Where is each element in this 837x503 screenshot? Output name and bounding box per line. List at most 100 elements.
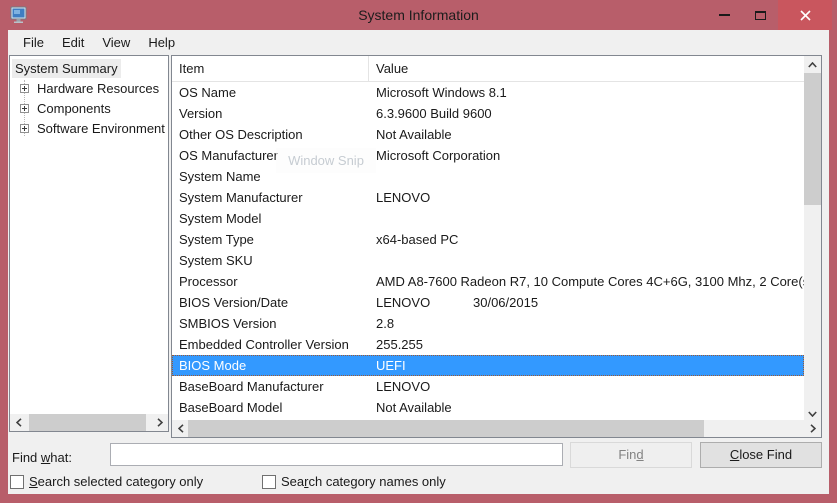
tree-item-label: System Summary bbox=[12, 59, 121, 78]
find-options-row: Search selected category only Search cat… bbox=[10, 474, 831, 494]
checkbox-icon[interactable] bbox=[262, 475, 276, 489]
table-hscroll-thumb[interactable] bbox=[188, 420, 704, 437]
tree-item[interactable]: System Summary bbox=[10, 59, 168, 79]
search-selected-category-checkbox[interactable]: Search selected category only bbox=[10, 474, 203, 489]
row-value: Microsoft Corporation bbox=[369, 145, 804, 166]
find-what-label: Find what: bbox=[12, 450, 72, 465]
menu-view[interactable]: View bbox=[93, 32, 139, 53]
row-value: 6.3.9600 Build 9600 bbox=[369, 103, 804, 124]
minimize-button[interactable] bbox=[706, 0, 742, 30]
table-row[interactable]: System Typex64-based PC bbox=[172, 229, 804, 250]
tree-item[interactable]: Hardware Resources bbox=[10, 79, 168, 99]
table-row[interactable]: OS NameMicrosoft Windows 8.1 bbox=[172, 82, 804, 103]
table-row[interactable]: BIOS ModeUEFI bbox=[172, 355, 804, 376]
tree-hscroll-thumb[interactable] bbox=[29, 414, 146, 431]
row-value: x64-based PC bbox=[369, 229, 804, 250]
table-row[interactable]: Other OS DescriptionNot Available bbox=[172, 124, 804, 145]
row-item: Processor bbox=[172, 271, 369, 292]
table-row[interactable]: System SKU bbox=[172, 250, 804, 271]
scroll-left-icon[interactable] bbox=[172, 420, 189, 437]
row-value: Not Available bbox=[369, 124, 804, 145]
table-row[interactable]: Embedded Controller Version255.255 bbox=[172, 334, 804, 355]
row-value: LENOVO30/06/2015 bbox=[369, 292, 804, 313]
minimize-icon bbox=[719, 14, 730, 16]
menu-help[interactable]: Help bbox=[139, 32, 184, 53]
column-header-value[interactable]: Value bbox=[369, 56, 408, 81]
menu-file[interactable]: File bbox=[14, 32, 53, 53]
row-value bbox=[369, 250, 804, 271]
table-vscroll-thumb[interactable] bbox=[804, 73, 821, 205]
scroll-right-icon[interactable] bbox=[804, 420, 821, 437]
expand-plus-icon[interactable] bbox=[20, 84, 29, 93]
menu-edit[interactable]: Edit bbox=[53, 32, 93, 53]
table-row[interactable]: BaseBoard ModelNot Available bbox=[172, 397, 804, 418]
row-value: UEFI bbox=[369, 355, 804, 376]
table-vertical-scrollbar[interactable] bbox=[804, 56, 821, 422]
table-row[interactable]: OS ManufacturerMicrosoft Corporation bbox=[172, 145, 804, 166]
row-item: System Manufacturer bbox=[172, 187, 369, 208]
table-row[interactable]: Version6.3.9600 Build 9600 bbox=[172, 103, 804, 124]
row-item: Version bbox=[172, 103, 369, 124]
table-row[interactable]: ProcessorAMD A8-7600 Radeon R7, 10 Compu… bbox=[172, 271, 804, 292]
category-tree: System SummaryHardware ResourcesComponen… bbox=[10, 56, 168, 414]
row-value: AMD A8-7600 Radeon R7, 10 Compute Cores … bbox=[369, 271, 804, 292]
expand-plus-icon[interactable] bbox=[20, 104, 29, 113]
column-header-item[interactable]: Item bbox=[172, 56, 369, 81]
tree-horizontal-scrollbar[interactable] bbox=[10, 414, 168, 431]
client-area: File Edit View Help System SummaryHardwa… bbox=[8, 30, 829, 494]
close-button[interactable] bbox=[778, 0, 832, 30]
row-item: OS Name bbox=[172, 82, 369, 103]
table-horizontal-scrollbar[interactable] bbox=[172, 420, 821, 437]
tree-item-label: Components bbox=[34, 99, 114, 118]
find-input[interactable] bbox=[110, 443, 563, 466]
row-item: BIOS Mode bbox=[172, 355, 369, 376]
scroll-left-icon[interactable] bbox=[10, 414, 27, 431]
row-value: Microsoft Windows 8.1 bbox=[369, 82, 804, 103]
title-bar[interactable]: System Information bbox=[0, 0, 837, 30]
row-item: System Type bbox=[172, 229, 369, 250]
table-header: Item Value bbox=[172, 56, 804, 82]
scroll-up-icon[interactable] bbox=[804, 56, 821, 73]
table-row[interactable]: System Model bbox=[172, 208, 804, 229]
expand-plus-icon[interactable] bbox=[20, 124, 29, 133]
system-information-window: System Information File Edit View Help S… bbox=[0, 0, 837, 503]
row-item: Embedded Controller Version bbox=[172, 334, 369, 355]
row-value: LENOVO bbox=[369, 187, 804, 208]
row-value: Not Available bbox=[369, 397, 804, 418]
close-icon bbox=[800, 10, 811, 21]
checkbox-label: Search category names only bbox=[281, 474, 446, 489]
table-row[interactable]: System Name bbox=[172, 166, 804, 187]
search-category-names-checkbox[interactable]: Search category names only bbox=[262, 474, 446, 489]
category-tree-panel: System SummaryHardware ResourcesComponen… bbox=[9, 55, 169, 432]
find-button[interactable]: Find bbox=[570, 442, 692, 468]
row-value bbox=[369, 208, 804, 229]
tree-item-label: Hardware Resources bbox=[34, 79, 162, 98]
scroll-right-icon[interactable] bbox=[151, 414, 168, 431]
tree-item[interactable]: Components bbox=[10, 99, 168, 119]
row-value: 255.255 bbox=[369, 334, 804, 355]
find-bar: Find what: Find Close Find Search select… bbox=[8, 438, 829, 494]
row-item: System SKU bbox=[172, 250, 369, 271]
row-item: System Model bbox=[172, 208, 369, 229]
row-item: SMBIOS Version bbox=[172, 313, 369, 334]
row-item: BaseBoard Model bbox=[172, 397, 369, 418]
table-row[interactable]: SMBIOS Version2.8 bbox=[172, 313, 804, 334]
table-row[interactable]: BaseBoard ManufacturerLENOVO bbox=[172, 376, 804, 397]
close-find-button[interactable]: Close Find bbox=[700, 442, 822, 468]
tree-item[interactable]: Software Environment bbox=[10, 119, 168, 139]
row-value bbox=[369, 166, 804, 187]
table-row[interactable]: System ManufacturerLENOVO bbox=[172, 187, 804, 208]
menu-bar: File Edit View Help bbox=[8, 30, 829, 54]
row-value: 2.8 bbox=[369, 313, 804, 334]
row-value: LENOVO bbox=[369, 376, 804, 397]
checkbox-icon[interactable] bbox=[10, 475, 24, 489]
table-body: OS NameMicrosoft Windows 8.1Version6.3.9… bbox=[172, 82, 804, 418]
row-item: BIOS Version/Date bbox=[172, 292, 369, 313]
window-snip-watermark: Window Snip bbox=[276, 148, 376, 173]
checkbox-label: Search selected category only bbox=[29, 474, 203, 489]
table-row[interactable]: BIOS Version/DateLENOVO30/06/2015 bbox=[172, 292, 804, 313]
row-item: BaseBoard Manufacturer bbox=[172, 376, 369, 397]
maximize-button[interactable] bbox=[742, 0, 778, 30]
maximize-icon bbox=[755, 11, 766, 20]
row-item: Other OS Description bbox=[172, 124, 369, 145]
